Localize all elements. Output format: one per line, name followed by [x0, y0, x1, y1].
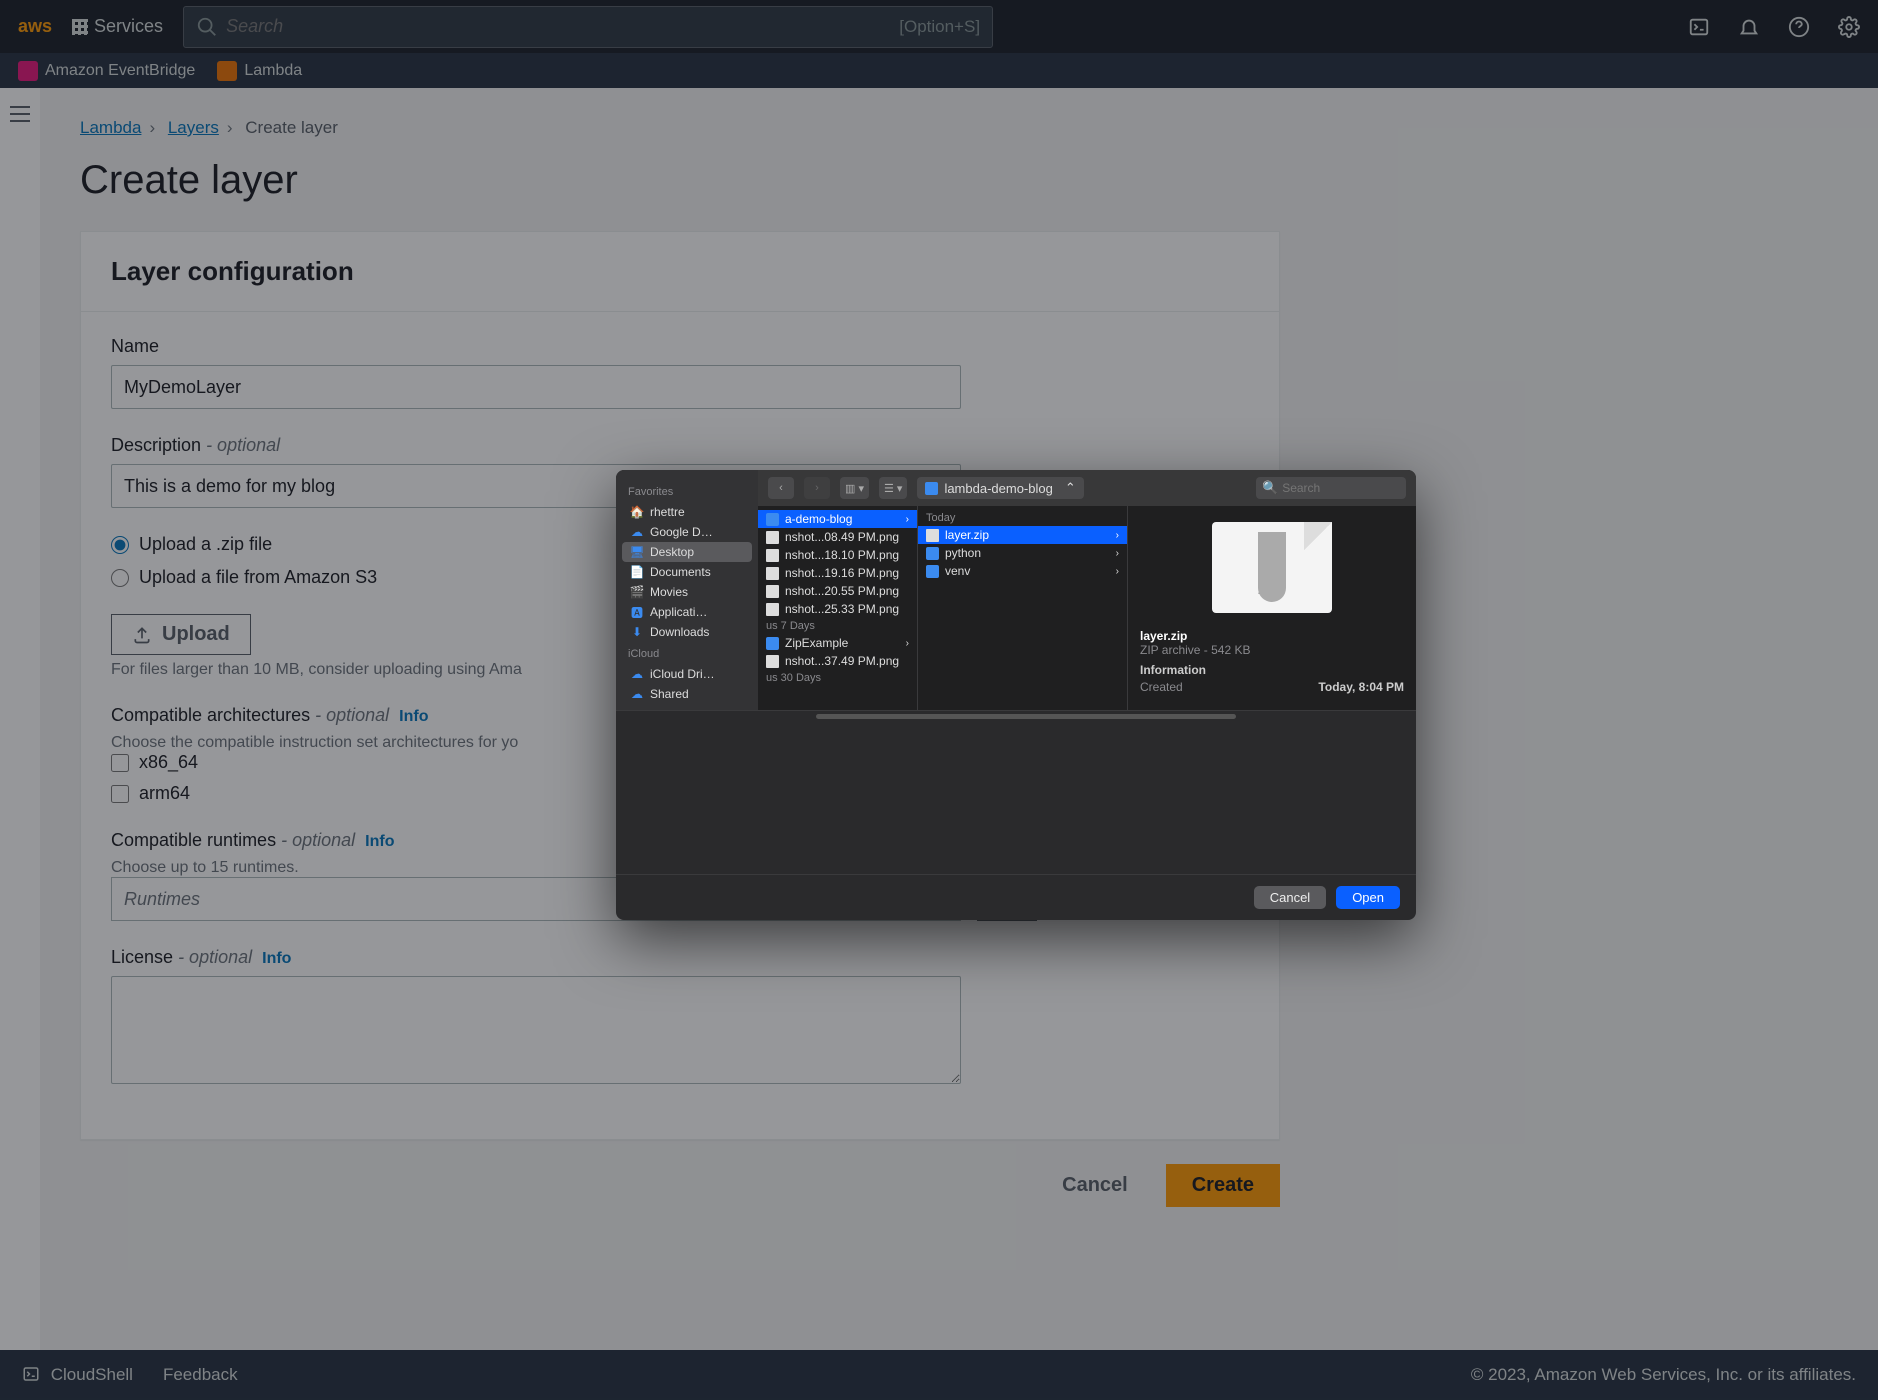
file-item[interactable]: nshot...08.49 PM.png — [758, 528, 917, 546]
folder-icon — [766, 637, 779, 650]
file-item[interactable]: nshot...18.10 PM.png — [758, 546, 917, 564]
file-icon — [926, 529, 939, 542]
file-icon — [766, 567, 779, 580]
sidebar-item-iclouddri[interactable]: ☁iCloud Dri… — [622, 664, 752, 684]
zip-file-icon: ZIP — [1212, 522, 1332, 613]
file-item[interactable]: ZipExample› — [758, 634, 917, 652]
view-columns-button[interactable]: ▥ ▾ — [840, 477, 869, 499]
sidebar-item-icon: 📄 — [630, 565, 644, 579]
chevron-right-icon: › — [1116, 548, 1119, 559]
sb-icloud-header: iCloud — [628, 648, 746, 660]
file-item[interactable]: nshot...20.55 PM.png — [758, 582, 917, 600]
file-search-input[interactable] — [1282, 481, 1400, 495]
file-column-2: Todaylayer.zip›python›venv› — [918, 506, 1128, 710]
file-icon — [766, 549, 779, 562]
file-column-1: a-demo-blog›nshot...08.49 PM.pngnshot...… — [758, 506, 918, 710]
nav-back-button[interactable]: ‹ — [768, 477, 794, 499]
sidebar-item-downloads[interactable]: ⬇Downloads — [622, 622, 752, 642]
horizontal-scrollbar[interactable] — [616, 710, 1416, 721]
sidebar-item-icon: 🅰 — [630, 605, 644, 619]
sidebar-item-icon: ⬇ — [630, 625, 644, 639]
sidebar-item-movies[interactable]: 🎬Movies — [622, 582, 752, 602]
file-open-button[interactable]: Open — [1336, 886, 1400, 909]
sidebar-item-icon: 🖥 — [630, 545, 644, 559]
folder-icon — [926, 547, 939, 560]
file-preview: ZIP layer.zip ZIP archive - 542 KB Infor… — [1128, 506, 1416, 710]
file-item[interactable]: layer.zip› — [918, 526, 1127, 544]
chevron-right-icon: › — [1116, 566, 1119, 577]
chevron-right-icon: › — [906, 514, 909, 525]
folder-icon — [925, 482, 938, 495]
file-picker-dialog: Favorites 🏠rhettre☁Google D…🖥Desktop📄Doc… — [616, 470, 1416, 920]
file-item[interactable]: venv› — [918, 562, 1127, 580]
chevron-right-icon: › — [1116, 530, 1119, 541]
path-selector[interactable]: lambda-demo-blog⌃ — [917, 477, 1083, 499]
file-picker-sidebar: Favorites 🏠rhettre☁Google D…🖥Desktop📄Doc… — [616, 470, 758, 710]
sidebar-item-shared[interactable]: ☁Shared — [622, 684, 752, 704]
column-group-header: Today — [918, 510, 1127, 526]
file-icon — [766, 603, 779, 616]
column-group-header: us 7 Days — [758, 618, 917, 634]
column-group-header: us 30 Days — [758, 670, 917, 686]
file-item[interactable]: a-demo-blog› — [758, 510, 917, 528]
sidebar-item-applicati[interactable]: 🅰Applicati… — [622, 602, 752, 622]
file-picker-toolbar: ‹ › ▥ ▾ ☰ ▾ lambda-demo-blog⌃ 🔍 — [758, 470, 1416, 506]
file-item[interactable]: nshot...37.49 PM.png — [758, 652, 917, 670]
nav-forward-button: › — [804, 477, 830, 499]
sidebar-item-icon: 🏠 — [630, 505, 644, 519]
cloud-icon: ☁ — [630, 687, 644, 701]
sidebar-item-googled[interactable]: ☁Google D… — [622, 522, 752, 542]
sidebar-item-icon: 🎬 — [630, 585, 644, 599]
file-item[interactable]: nshot...19.16 PM.png — [758, 564, 917, 582]
file-item[interactable]: python› — [918, 544, 1127, 562]
folder-icon — [926, 565, 939, 578]
search-icon: 🔍 — [1262, 480, 1278, 496]
file-cancel-button[interactable]: Cancel — [1254, 886, 1326, 909]
file-icon — [766, 655, 779, 668]
sidebar-item-desktop[interactable]: 🖥Desktop — [622, 542, 752, 562]
sidebar-item-documents[interactable]: 📄Documents — [622, 562, 752, 582]
folder-icon — [766, 513, 779, 526]
file-item[interactable]: nshot...25.33 PM.png — [758, 600, 917, 618]
preview-filename: layer.zip — [1140, 629, 1404, 643]
file-search[interactable]: 🔍 — [1256, 477, 1406, 499]
preview-subtitle: ZIP archive - 542 KB — [1140, 643, 1404, 657]
view-options-button[interactable]: ☰ ▾ — [879, 477, 907, 499]
file-icon — [766, 585, 779, 598]
preview-info-header: Information — [1140, 663, 1404, 677]
cloud-icon: ☁ — [630, 667, 644, 681]
sidebar-item-rhettre[interactable]: 🏠rhettre — [622, 502, 752, 522]
sb-favorites-header: Favorites — [628, 486, 746, 498]
sidebar-item-icon: ☁ — [630, 525, 644, 539]
file-icon — [766, 531, 779, 544]
